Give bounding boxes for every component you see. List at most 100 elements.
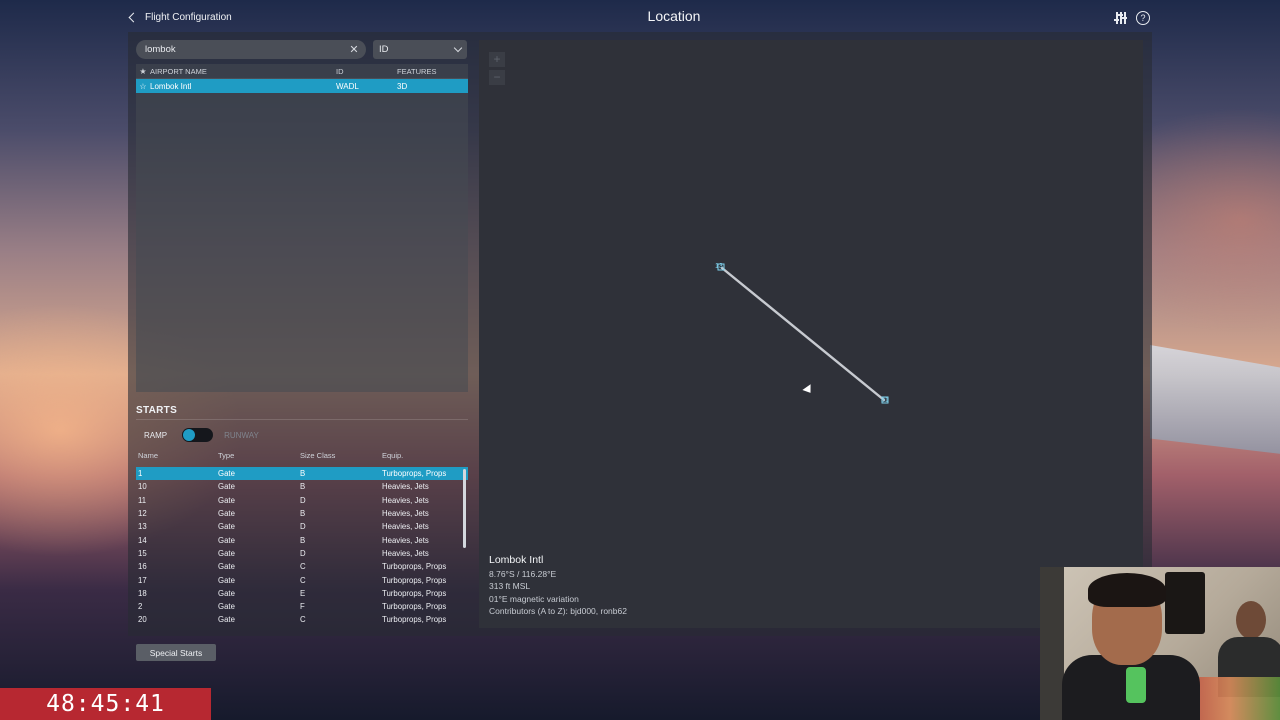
column-features[interactable]: FEATURES (397, 67, 467, 76)
start-type: Gate (218, 469, 235, 479)
table-row[interactable]: 18 Gate E Turboprops, Props (136, 587, 468, 600)
ramp-runway-toggle[interactable] (182, 428, 214, 442)
start-equip: Turboprops, Props (382, 562, 447, 572)
start-type: Gate (218, 509, 235, 519)
info-elevation: 313 ft MSL (489, 581, 531, 591)
table-row[interactable]: 2 Gate F Turboprops, Props (136, 600, 468, 613)
help-icon[interactable]: ? (1136, 11, 1150, 25)
start-type: Gate (218, 602, 235, 612)
star-icon[interactable]: ★ (136, 67, 150, 76)
page-title: Location (647, 8, 701, 24)
ramp-runway-switch: RAMP RUNWAY (144, 428, 259, 442)
table-row[interactable]: 15 Gate D Heavies, Jets (136, 547, 468, 560)
column-name[interactable]: Name (136, 451, 218, 463)
table-row[interactable]: 12 Gate B Heavies, Jets (136, 507, 468, 520)
start-name: 1 (138, 469, 143, 479)
stream-timer: 48:45:41 (0, 688, 211, 720)
start-equip: Turboprops, Props (382, 469, 447, 479)
toggle-knob (183, 429, 196, 441)
column-equipment[interactable]: Equip. (382, 451, 464, 463)
runway-end-label: 13 (715, 263, 723, 270)
start-equip: Heavies, Jets (382, 548, 429, 558)
info-coordinates: 8.76°S / 116.28°E (489, 568, 557, 579)
table-row[interactable]: 14 Gate B Heavies, Jets (136, 533, 468, 546)
start-type: Gate (218, 615, 235, 625)
info-airport-name: Lombok Intl (489, 554, 544, 566)
runway-line (720, 266, 886, 402)
airport-table-header: ★ AIRPORT NAME ID FEATURES (136, 64, 468, 79)
start-name: 16 (138, 562, 147, 572)
start-name: 14 (138, 535, 147, 545)
start-equip: Heavies, Jets (382, 522, 429, 532)
close-icon[interactable]: ✕ (346, 43, 362, 56)
column-size-class[interactable]: Size Class (300, 451, 382, 463)
start-name: 10 (138, 482, 147, 492)
start-equip: Turboprops, Props (382, 588, 447, 598)
start-name: 13 (138, 522, 147, 532)
toggle-label-ramp[interactable]: RAMP (144, 431, 167, 440)
start-size: D (300, 495, 306, 505)
starts-scrollbar[interactable] (463, 469, 466, 548)
start-size: C (300, 615, 306, 625)
webcam-overlay (1040, 567, 1280, 720)
starts-table-header: Name Type Size Class Equip. (136, 451, 468, 463)
start-size: D (300, 548, 306, 558)
search-input[interactable]: lombok (136, 44, 346, 55)
divider (136, 419, 468, 420)
start-equip: Heavies, Jets (382, 495, 429, 505)
start-size: C (300, 562, 306, 572)
chevron-down-icon (453, 43, 463, 53)
runway-diagram (717, 263, 889, 404)
start-equip: Heavies, Jets (382, 535, 429, 545)
start-size: E (300, 588, 306, 598)
map-view[interactable]: + − 13 31 Lombok Intl 8.76°S / 116.28°E … (479, 40, 1143, 628)
airport-info: Lombok Intl 8.76°S / 116.28°E 313 ft MSL… (489, 554, 627, 618)
table-row[interactable]: 16 Gate C Turboprops, Props (136, 560, 468, 573)
table-row[interactable]: 1 Gate B Turboprops, Props (136, 467, 468, 481)
table-row[interactable]: 17 Gate C Turboprops, Props (136, 573, 468, 586)
start-name: 17 (138, 575, 147, 585)
start-name: 15 (138, 548, 147, 558)
start-type: Gate (218, 588, 235, 598)
starts-list: 1 Gate B Turboprops, Props 10 Gate B Heavies, … (136, 467, 468, 627)
airport-search-field[interactable]: lombok ✕ (136, 40, 366, 59)
start-size: F (300, 602, 305, 612)
start-size: B (300, 469, 306, 479)
start-equip: Turboprops, Props (382, 575, 447, 585)
start-equip: Heavies, Jets (382, 509, 429, 519)
column-airport-name[interactable]: AIRPORT NAME (150, 67, 336, 76)
start-equip: Turboprops, Props (382, 602, 447, 612)
info-magnetic-variation: 01°E magnetic variation (489, 593, 579, 604)
star-icon[interactable]: ☆ (136, 82, 150, 91)
start-type: Gate (218, 522, 235, 532)
toggle-label-runway[interactable]: RUNWAY (224, 431, 259, 440)
table-row[interactable]: 20 Gate C Turboprops, Props (136, 613, 468, 626)
start-size: D (300, 522, 306, 532)
special-starts-button[interactable]: Special Starts (136, 644, 216, 661)
airport-id: WADL (336, 81, 359, 91)
start-name: 12 (138, 509, 147, 519)
column-type[interactable]: Type (218, 451, 300, 463)
table-row[interactable]: 10 Gate B Heavies, Jets (136, 480, 468, 493)
airport-features: 3D (397, 81, 408, 91)
start-equip: Turboprops, Props (382, 615, 447, 625)
airport-row[interactable]: ☆ Lombok Intl WADL 3D (136, 79, 468, 93)
start-type: Gate (218, 495, 235, 505)
start-name: 18 (138, 588, 147, 598)
airport-name: Lombok Intl (150, 81, 192, 91)
table-row[interactable]: 13 Gate D Heavies, Jets (136, 520, 468, 533)
start-name: 2 (138, 602, 143, 612)
airport-list: ★ AIRPORT NAME ID FEATURES ☆ Lombok Intl… (136, 64, 468, 392)
column-id[interactable]: ID (336, 67, 397, 76)
starts-heading: STARTS (136, 405, 178, 416)
sliders-icon[interactable] (1114, 11, 1128, 25)
search-filter-dropdown[interactable]: ID (373, 40, 467, 59)
start-type: Gate (218, 548, 235, 558)
info-contributors: Contributors (A to Z): bjd000, ronb62 (489, 606, 627, 616)
start-size: C (300, 575, 306, 585)
dropdown-value: ID (379, 44, 389, 55)
table-row[interactable]: 11 Gate D Heavies, Jets (136, 494, 468, 507)
start-type: Gate (218, 575, 235, 585)
start-type: Gate (218, 482, 235, 492)
top-actions: ? (1114, 11, 1150, 25)
